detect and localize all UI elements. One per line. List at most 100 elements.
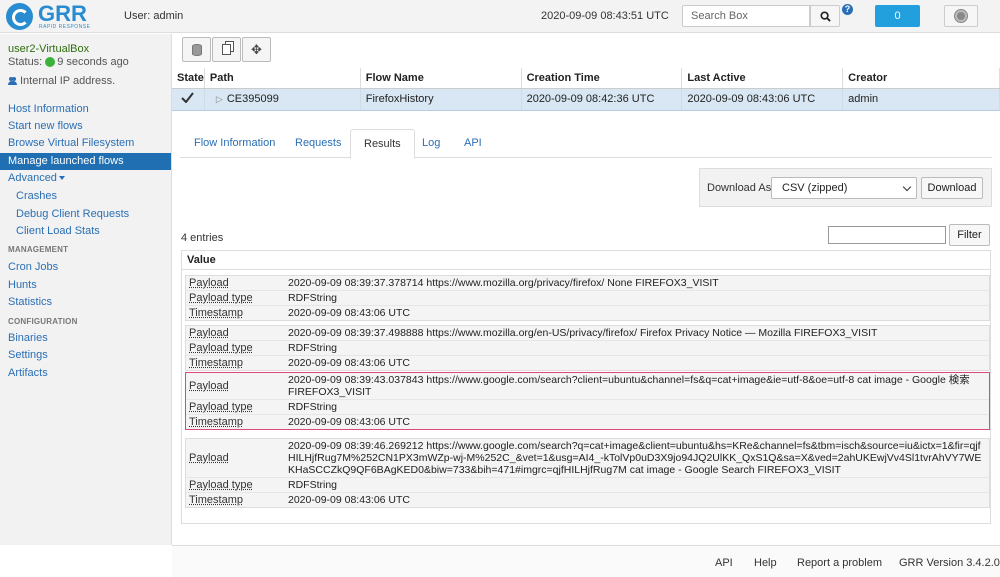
payload-key[interactable]: Payload xyxy=(186,326,288,340)
sidebar-item-binaries[interactable]: Binaries xyxy=(0,330,171,347)
table-row[interactable]: ▷ CE395099 FirefoxHistory 2020-09-09 08:4… xyxy=(172,87,1000,111)
search-icon xyxy=(819,10,831,22)
sidebar-item-debug-client-requests[interactable]: Debug Client Requests xyxy=(0,206,171,223)
gear-icon xyxy=(955,10,967,22)
flow-name-cell: FirefoxHistory xyxy=(360,87,522,111)
timestamp-value: 2020-09-09 08:43:06 UTC xyxy=(288,307,410,319)
advanced-label: Advanced xyxy=(8,172,57,184)
result-row-payload-type: Payload type RDFString xyxy=(186,341,989,356)
footer-link-help[interactable]: Help xyxy=(754,557,777,569)
database-icon xyxy=(191,43,202,56)
entries-count: 4 entries xyxy=(181,232,224,244)
payload-type-key[interactable]: Payload type xyxy=(186,478,288,492)
sidebar-item-client-load-stats[interactable]: Client Load Stats xyxy=(0,223,171,240)
payload-value: 2020-09-09 08:39:46.269212 https://www.g… xyxy=(288,440,982,476)
flows-table: State Path Flow Name Creation Time Last … xyxy=(172,68,1000,111)
payload-value: 2020-09-09 08:39:43.037843 https://www.g… xyxy=(288,374,970,398)
last-active-cell: 2020-09-09 08:43:06 UTC xyxy=(681,87,844,111)
filter-button[interactable]: Filter xyxy=(949,224,990,246)
download-button[interactable]: Download xyxy=(921,177,983,199)
sidebar-item-artifacts[interactable]: Artifacts xyxy=(0,365,171,382)
result-row-payload: Payload 2020-09-09 08:39:43.037843 https:… xyxy=(186,373,989,400)
result-row-payload: Payload 2020-09-09 08:39:37.498888 https:… xyxy=(186,326,989,341)
server-clock: 2020-09-09 08:43:51 UTC xyxy=(541,10,669,22)
payload-type-key[interactable]: Payload type xyxy=(186,341,288,355)
tab-requests[interactable]: Requests xyxy=(282,129,354,158)
checkmark-icon xyxy=(181,92,195,104)
online-status-icon xyxy=(45,57,56,67)
payload-type-key[interactable]: Payload type xyxy=(186,291,288,305)
tab-log[interactable]: Log xyxy=(409,129,453,158)
flow-path: CE395099 xyxy=(226,93,279,105)
result-entry-highlighted: Payload 2020-09-09 08:39:43.037843 https:… xyxy=(185,372,990,430)
sidebar-item-cron-jobs[interactable]: Cron Jobs xyxy=(0,259,171,276)
client-hostname[interactable]: user2-VirtualBox xyxy=(8,43,89,55)
timestamp-key[interactable]: Timestamp xyxy=(186,493,288,507)
copy-flow-button[interactable] xyxy=(212,37,241,62)
move-icon: ✥ xyxy=(251,42,262,57)
payload-key[interactable]: Payload xyxy=(186,373,288,399)
payload-key[interactable]: Payload xyxy=(186,439,288,477)
download-format-select[interactable]: CSV (zipped) xyxy=(771,177,917,199)
tab-results[interactable]: Results xyxy=(350,129,415,159)
flow-toolbar: ✥ xyxy=(182,37,272,62)
expand-arrow-icon[interactable]: ▷ xyxy=(216,94,223,104)
current-user: User: admin xyxy=(124,10,184,22)
filter-input[interactable] xyxy=(828,226,946,244)
settings-button[interactable] xyxy=(944,5,978,27)
col-creator[interactable]: Creator xyxy=(842,68,1000,89)
sidebar: user2-VirtualBox Status: 9 seconds ago I… xyxy=(0,34,172,545)
timestamp-value: 2020-09-09 08:43:06 UTC xyxy=(288,357,410,369)
results-table: Value Payload 2020-09-09 08:39:37.378714 … xyxy=(181,250,991,524)
table-header-row: State Path Flow Name Creation Time Last … xyxy=(172,68,1000,89)
tab-api[interactable]: API xyxy=(451,129,495,158)
sidebar-item-settings[interactable]: Settings xyxy=(0,347,171,364)
sidebar-item-crashes[interactable]: Crashes xyxy=(0,188,171,205)
sidebar-item-statistics[interactable]: Statistics xyxy=(0,294,171,311)
cancel-flow-button[interactable] xyxy=(182,37,211,62)
col-flow-name[interactable]: Flow Name xyxy=(360,68,522,89)
refresh-flow-button[interactable]: ✥ xyxy=(242,37,271,62)
footer-link-api[interactable]: API xyxy=(715,557,733,569)
search-input[interactable] xyxy=(682,5,810,27)
result-row-payload: Payload 2020-09-09 08:39:46.269212 https:… xyxy=(186,439,989,478)
flow-path-cell: ▷ CE395099 xyxy=(204,87,361,111)
timestamp-key[interactable]: Timestamp xyxy=(186,356,288,370)
sidebar-item-hunts[interactable]: Hunts xyxy=(0,277,171,294)
result-row-timestamp: Timestamp 2020-09-09 08:43:06 UTC xyxy=(186,415,989,429)
flow-tabs: Flow Information Requests Results Log AP… xyxy=(180,129,992,159)
col-path[interactable]: Path xyxy=(204,68,361,89)
notifications-button[interactable]: 0 xyxy=(875,5,920,27)
sidebar-item-manage-flows[interactable]: Manage launched flows xyxy=(0,153,171,170)
sidebar-item-advanced[interactable]: Advanced xyxy=(0,170,171,187)
result-row-timestamp: Timestamp 2020-09-09 08:43:06 UTC xyxy=(186,306,989,320)
col-state[interactable]: State xyxy=(172,68,205,89)
grr-logo[interactable]: GRR RAPID RESPONSE xyxy=(6,3,101,30)
help-icon[interactable]: ? xyxy=(842,4,853,15)
result-row-payload: Payload 2020-09-09 08:39:37.378714 https:… xyxy=(186,276,989,291)
timestamp-value: 2020-09-09 08:43:06 UTC xyxy=(288,416,410,428)
col-last-active[interactable]: Last Active xyxy=(681,68,844,89)
status-time: 9 seconds ago xyxy=(57,56,129,68)
payload-type-value: RDFString xyxy=(288,342,338,354)
col-creation-time[interactable]: Creation Time xyxy=(521,68,683,89)
sidebar-item-start-new-flows[interactable]: Start new flows xyxy=(0,118,171,135)
timestamp-key[interactable]: Timestamp xyxy=(186,306,288,320)
download-panel: Download As: CSV (zipped) Download xyxy=(699,168,992,207)
flow-state-cell xyxy=(172,87,205,111)
sidebar-item-host-information[interactable]: Host Information xyxy=(0,101,171,118)
result-row-timestamp: Timestamp 2020-09-09 08:43:06 UTC xyxy=(186,493,989,507)
footer-link-report-problem[interactable]: Report a problem xyxy=(797,557,882,569)
tab-flow-information[interactable]: Flow Information xyxy=(181,129,288,158)
timestamp-key[interactable]: Timestamp xyxy=(186,415,288,429)
search-button[interactable] xyxy=(810,5,840,27)
copy-icon xyxy=(222,44,231,55)
payload-key[interactable]: Payload xyxy=(186,276,288,290)
sidebar-item-browse-vfs[interactable]: Browse Virtual Filesystem xyxy=(0,135,171,152)
payload-value: 2020-09-09 08:39:37.378714 https://www.m… xyxy=(288,277,719,289)
client-ip: Internal IP address. xyxy=(8,75,115,87)
status-label: Status: xyxy=(8,56,43,68)
payload-type-key[interactable]: Payload type xyxy=(186,400,288,414)
chevron-down-icon xyxy=(902,182,912,192)
result-row-timestamp: Timestamp 2020-09-09 08:43:06 UTC xyxy=(186,356,989,370)
